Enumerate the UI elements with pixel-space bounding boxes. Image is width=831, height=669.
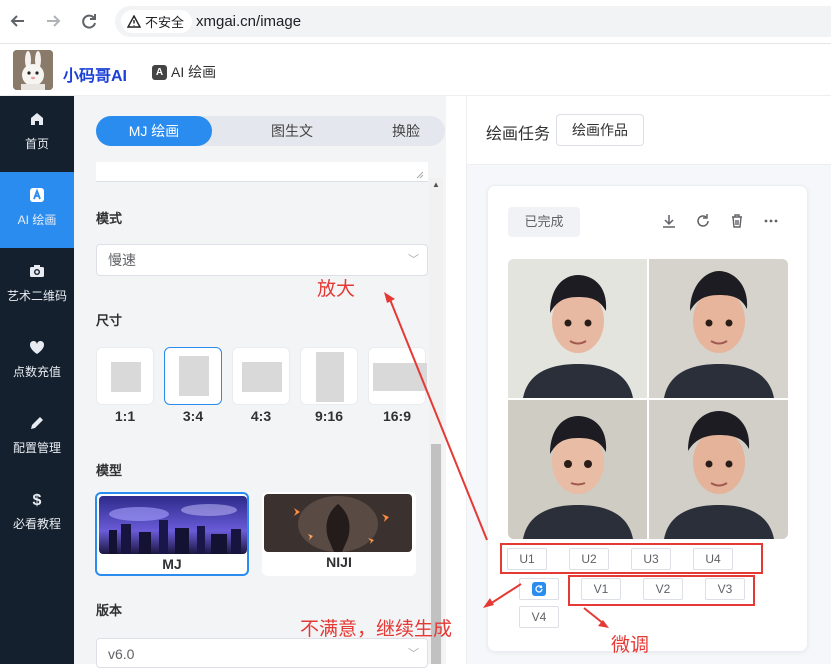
upscale-arrow <box>388 296 488 541</box>
variation-arrow <box>583 607 605 625</box>
upscale-arrowhead <box>384 292 395 303</box>
reroll-arrowhead <box>483 598 494 608</box>
reroll-arrow <box>489 583 522 605</box>
annotation-regenerate: 不满意，继续生成 <box>300 619 453 640</box>
annotation-upscale: 放大 <box>317 279 356 300</box>
annotation-arrows <box>384 292 609 628</box>
annotation-variation: 微调 <box>611 635 650 656</box>
